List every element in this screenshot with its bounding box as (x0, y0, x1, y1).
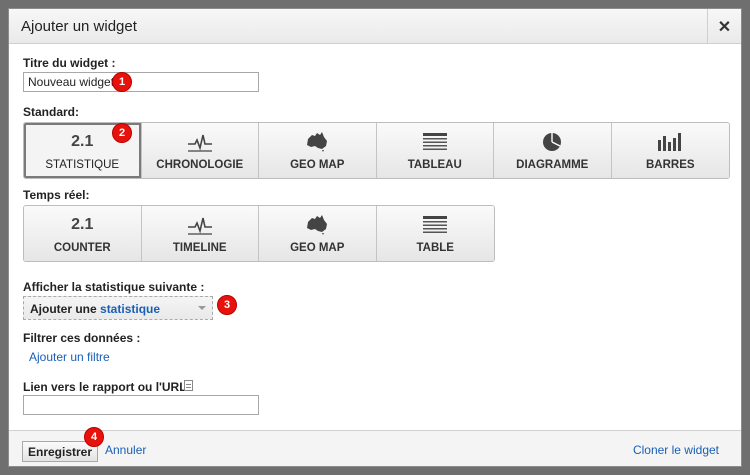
table-icon (423, 215, 448, 233)
widget-title-label: Titre du widget : (23, 56, 116, 70)
add-metric-dropdown[interactable]: Ajouter une statistique (23, 296, 213, 320)
type-button-tableau[interactable]: TABLEAU (376, 123, 494, 178)
type-button-label: BARRES (645, 158, 695, 171)
clone-widget-link[interactable]: Cloner le widget (633, 443, 719, 457)
dialog-titlebar: Ajouter un widget ✕ (9, 9, 741, 44)
metric-label: Afficher la statistique suivante : (23, 280, 205, 294)
type-button-label: CHRONOLOGIE (156, 158, 244, 171)
australia-map-icon (307, 131, 328, 152)
type-button-label: TABLEAU (407, 158, 462, 171)
annotation-badge-3: 3 (217, 295, 237, 315)
filter-label: Filtrer ces données : (23, 331, 141, 345)
annotation-badge-2: 2 (112, 123, 132, 143)
type-button-chronologie[interactable]: CHRONOLOGIE (141, 123, 259, 178)
table-icon (422, 132, 447, 150)
type-button-barres[interactable]: BARRES (611, 123, 729, 178)
type-button-label: GEO MAP (290, 241, 345, 254)
standard-label: Standard: (23, 105, 80, 119)
type-button-label: COUNTER (53, 241, 111, 254)
type-button-diagramme[interactable]: DIAGRAMME (494, 123, 612, 178)
type-button-label: GEO MAP (290, 158, 345, 171)
dropdown-prefix: Ajouter une (30, 302, 97, 316)
dialog-title: Ajouter un widget (21, 18, 137, 35)
add-widget-dialog: Ajouter un widget ✕ Titre du widget : 1 … (8, 8, 742, 467)
dropdown-accent: statistique (100, 302, 161, 316)
type-button-geo-map[interactable]: GEO MAP (259, 123, 377, 178)
type-button-timeline[interactable]: TIMELINE (141, 206, 259, 261)
australia-map-icon (307, 214, 328, 235)
realtime-type-row: 2.1 COUNTER TIMELINE GEO MAP TABLE (23, 205, 495, 262)
type-button-label: TABLE (416, 241, 454, 254)
close-icon: ✕ (717, 18, 732, 36)
annotation-badge-1: 1 (112, 72, 132, 92)
timeline-icon (187, 134, 212, 152)
realtime-label: Temps réel: (23, 188, 90, 202)
report-link-label: Lien vers le rapport ou l'URL : (23, 380, 194, 394)
type-button-geo-map-realtime[interactable]: GEO MAP (259, 206, 377, 261)
type-button-label: TIMELINE (172, 241, 227, 254)
document-icon[interactable] (184, 380, 193, 391)
bar-chart-icon (658, 132, 682, 151)
cancel-link[interactable]: Annuler (105, 443, 146, 457)
type-button-label: STATISTIQUE (45, 158, 120, 171)
chevron-down-icon (198, 306, 206, 310)
close-button[interactable]: ✕ (707, 9, 741, 44)
dialog-footer: Enregistrer Annuler Cloner le widget (9, 430, 741, 466)
stat-number-icon: 2.1 (71, 215, 94, 233)
type-button-table[interactable]: TABLE (376, 206, 494, 261)
annotation-badge-4: 4 (84, 427, 104, 447)
pie-chart-icon (543, 132, 562, 151)
add-filter-link[interactable]: Ajouter un filtre (29, 350, 110, 364)
report-url-input[interactable] (23, 395, 259, 415)
type-button-label: DIAGRAMME (516, 158, 589, 171)
timeline-icon (187, 217, 212, 235)
stat-number-icon: 2.1 (71, 132, 94, 150)
type-button-counter[interactable]: 2.1 COUNTER (24, 206, 142, 261)
widget-title-input[interactable] (23, 72, 259, 92)
